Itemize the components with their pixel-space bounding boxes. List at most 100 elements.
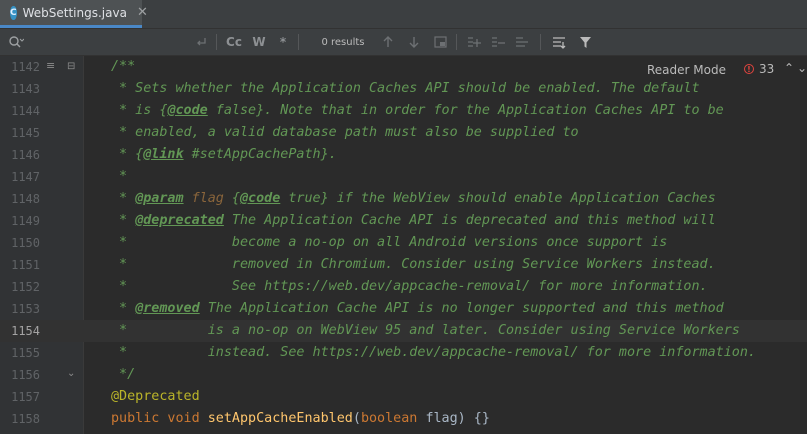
code-token: */ <box>111 367 136 382</box>
line-code: * @deprecated The Application Cache API … <box>111 210 716 232</box>
previous-occurrence-icon[interactable] <box>380 29 396 55</box>
tab-label: WebSettings.java <box>22 5 127 20</box>
add-occurrence-icon[interactable] <box>466 29 482 55</box>
line-code: * removed in Chromium. Consider using Se… <box>111 254 716 276</box>
java-class-icon: C <box>10 5 17 20</box>
close-tab-icon[interactable]: ✕ <box>137 5 148 20</box>
reader-mode-button[interactable]: Reader Mode <box>647 63 726 77</box>
previous-highlighted-error-icon[interactable]: ⌃ <box>784 61 794 75</box>
code-token: /** <box>111 59 136 74</box>
line-code: * become a no-op on all Android versions… <box>111 232 667 254</box>
line-number: 1151 <box>11 258 40 272</box>
fold-end-marker-icon[interactable]: ⌄ <box>67 368 75 379</box>
code-line[interactable]: 1151 * removed in Chromium. Consider usi… <box>0 254 807 276</box>
error-count: 33 <box>759 62 775 76</box>
divider <box>540 34 541 50</box>
code-token: * <box>111 169 128 184</box>
line-code: * Sets whether the Application Caches AP… <box>111 78 700 100</box>
code-line[interactable]: 1150 * become a no-op on all Android ver… <box>0 232 807 254</box>
code-line[interactable]: 1144 * is {@code false}. Note that in or… <box>0 100 807 122</box>
divider <box>298 34 299 50</box>
regex-button[interactable]: * <box>275 29 291 55</box>
code-token: * instead. See https://web.dev/appcache-… <box>111 345 756 360</box>
tab-websettings-java[interactable]: C WebSettings.java ✕ <box>0 0 148 28</box>
line-number: 1149 <box>11 214 40 228</box>
code-token: @deprecated <box>135 213 224 228</box>
search-input[interactable] <box>30 29 190 55</box>
code-line[interactable]: 1158 public void setAppCacheEnabled(boole… <box>0 408 807 430</box>
line-code: /** <box>111 56 135 78</box>
line-number: 1144 <box>11 104 40 118</box>
code-line[interactable]: 1156 */ <box>0 364 807 386</box>
line-number: 1147 <box>11 170 40 184</box>
code-token: @code <box>167 103 208 118</box>
code-token: * <box>111 213 136 228</box>
divider <box>456 34 457 50</box>
code-line[interactable]: 1147 * <box>0 166 807 188</box>
code-token: * { <box>111 147 144 162</box>
line-number: 1145 <box>11 126 40 140</box>
code-token: @code <box>240 191 281 206</box>
line-code: * <box>111 166 127 188</box>
code-token: setAppCacheEnabled <box>207 411 353 426</box>
line-code: * is {@code false}. Note that in order f… <box>111 100 724 122</box>
fold-marker-icon[interactable]: ⊟ <box>67 61 75 72</box>
line-number: 1154 <box>11 324 40 338</box>
code-token: * become a no-op on all Android versions… <box>111 235 668 250</box>
find-bar: Cc W * 0 results <box>0 29 807 56</box>
code-line[interactable]: 1155 * instead. See https://web.dev/appc… <box>0 342 807 364</box>
code-line[interactable]: 1149 * @deprecated The Application Cache… <box>0 210 807 232</box>
code-token: @link <box>143 147 184 162</box>
new-line-icon[interactable] <box>193 29 209 55</box>
next-highlighted-error-icon[interactable]: ⌄ <box>797 61 807 75</box>
render-doc-icon[interactable]: ≡ <box>46 59 55 72</box>
code-token: flag) {} <box>425 411 490 426</box>
code-token: false}. Note that in order for the Appli… <box>207 103 724 118</box>
next-occurrence-icon[interactable] <box>406 29 422 55</box>
code-token: public void <box>111 411 208 426</box>
code-line[interactable]: 1145 * enabled, a valid database path mu… <box>0 122 807 144</box>
remove-occurrence-icon[interactable] <box>490 29 506 55</box>
editor-tab-bar: C WebSettings.java ✕ <box>0 0 807 29</box>
code-editor[interactable]: 1142 /** 1143 * Sets whether the Applicati… <box>0 56 807 434</box>
code-line[interactable]: 1157 @Deprecated <box>0 386 807 408</box>
words-button[interactable]: W <box>250 29 268 55</box>
code-token: flag <box>191 191 224 206</box>
select-all-occurrences-icon[interactable] <box>514 29 530 55</box>
line-number: 1146 <box>11 148 40 162</box>
code-token: * <box>111 191 136 206</box>
code-token: * enabled, a valid database path must al… <box>111 125 579 140</box>
open-in-window-icon[interactable] <box>432 29 448 55</box>
code-token: @removed <box>135 301 200 316</box>
code-line[interactable]: 1146 * {@link #setAppCachePath}. <box>0 144 807 166</box>
error-indicator[interactable]: ! 33 <box>744 62 774 76</box>
filter-icon[interactable] <box>576 29 594 55</box>
code-token: The Application Cache API is deprecated … <box>223 213 716 228</box>
line-number: 1150 <box>11 236 40 250</box>
code-token: @Deprecated <box>111 389 200 404</box>
code-line[interactable]: 1148 * @param flag {@code true} if the W… <box>0 188 807 210</box>
code-line[interactable]: 1154 * is a no-op on WebView 95 and late… <box>0 320 807 342</box>
line-number: 1152 <box>11 280 40 294</box>
line-code: */ <box>111 364 135 386</box>
code-line[interactable]: 1153 * @removed The Application Cache AP… <box>0 298 807 320</box>
search-icon[interactable] <box>6 29 26 55</box>
results-count: 0 results <box>321 36 365 48</box>
code-token: #setAppCachePath}. <box>183 147 337 162</box>
line-number: 1155 <box>11 346 40 360</box>
code-token: * See https://web.dev/appcache-removal/ … <box>111 279 708 294</box>
line-code: * instead. See https://web.dev/appcache-… <box>111 342 756 364</box>
code-token: true} if the WebView should enable Appli… <box>280 191 716 206</box>
line-code: * @param flag {@code true} if the WebVie… <box>111 188 716 210</box>
filter-search-results-icon[interactable] <box>550 29 568 55</box>
code-token: The Application Cache API is no longer s… <box>199 301 724 316</box>
code-token: * Sets whether the Application Caches AP… <box>111 81 700 96</box>
code-token: * is { <box>111 103 168 118</box>
code-line[interactable]: 1143 * Sets whether the Application Cach… <box>0 78 807 100</box>
code-token: @param <box>135 191 184 206</box>
line-number: 1157 <box>11 390 40 404</box>
code-line[interactable]: 1152 * See https://web.dev/appcache-remo… <box>0 276 807 298</box>
line-code: * is a no-op on WebView 95 and later. Co… <box>111 320 740 342</box>
match-case-button[interactable]: Cc <box>224 29 244 55</box>
